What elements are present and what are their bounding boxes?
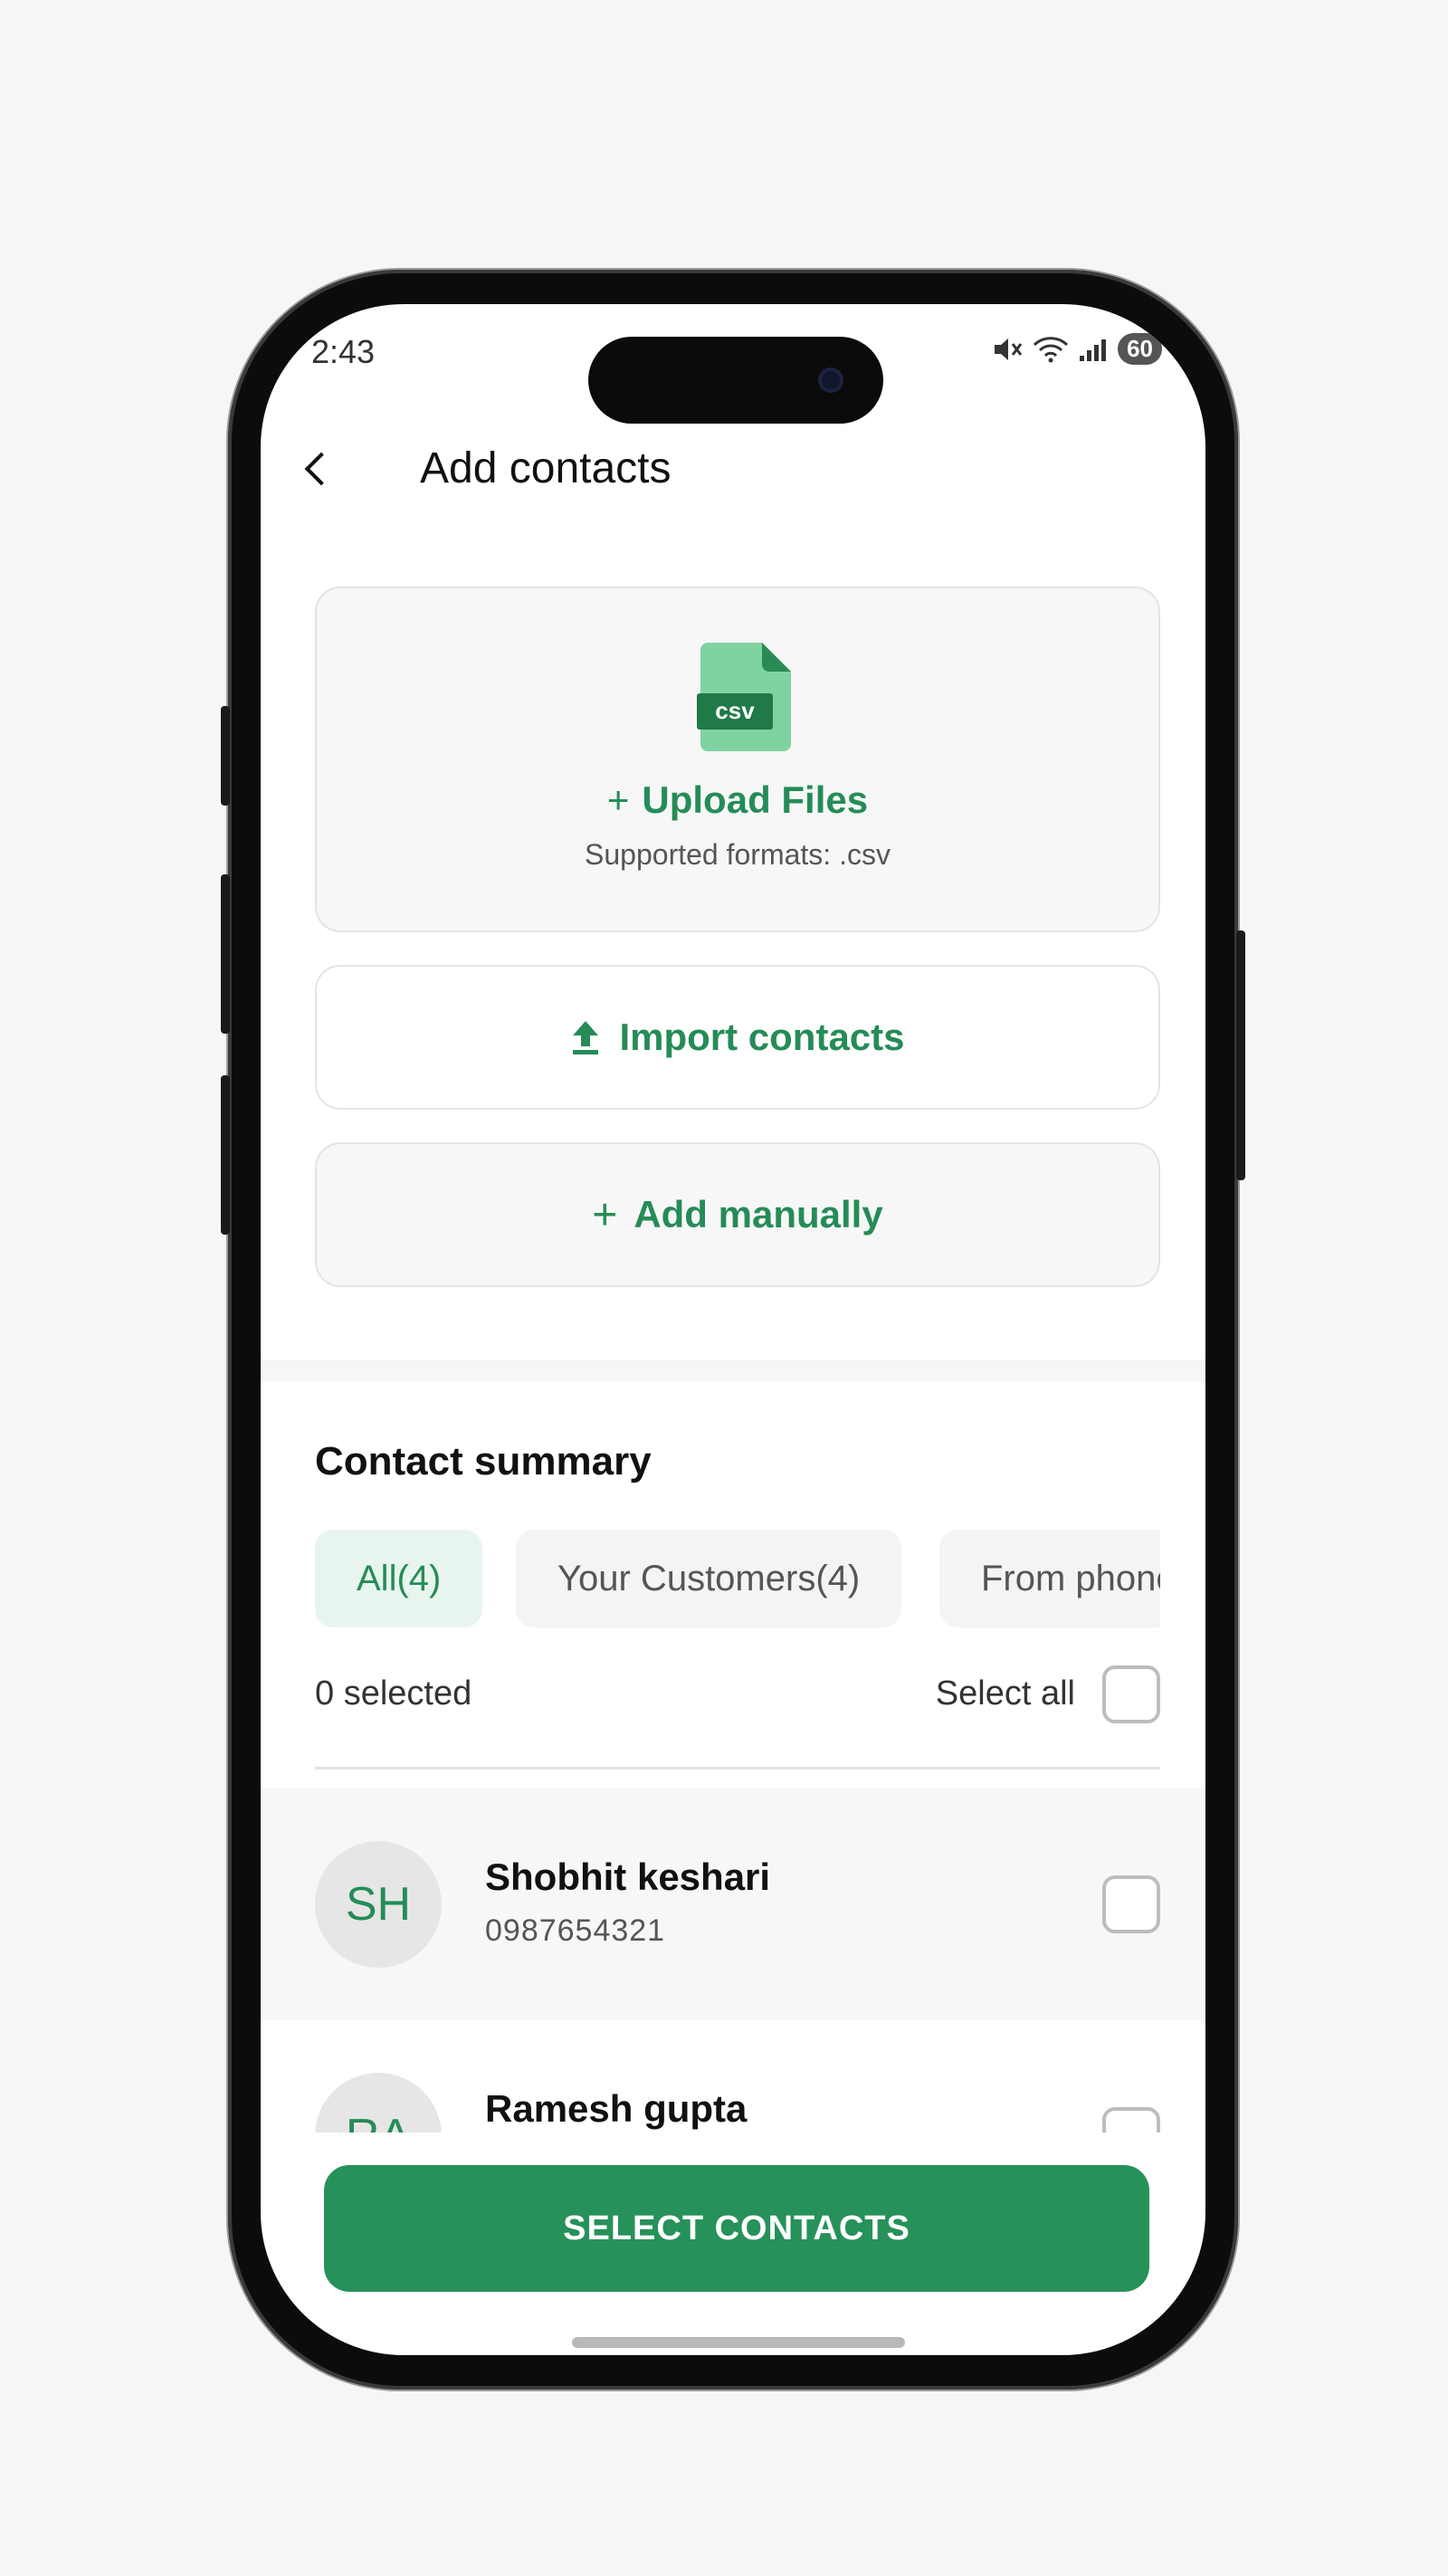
dynamic-island (588, 337, 883, 424)
contact-phone: 0987654321 (485, 1913, 666, 1948)
upload-files-label: Upload Files (642, 778, 869, 821)
volume-down-button (221, 1075, 230, 1235)
chevron-left-icon (304, 452, 338, 486)
avatar: RA (315, 2073, 442, 2132)
contact-summary-title: Contact summary (315, 1439, 652, 1484)
contact-list: SH Shobhit keshari 0987654321 RA Ramesh … (261, 1789, 1205, 2132)
contact-checkbox[interactable] (1102, 1875, 1160, 1933)
avatar: SH (315, 1841, 442, 1968)
power-button (1236, 930, 1245, 1180)
status-time: 2:43 (311, 333, 376, 370)
upload-files-link[interactable]: + Upload Files (317, 778, 1158, 822)
chip-from-phone[interactable]: From phone (939, 1530, 1160, 1627)
add-manually-button[interactable]: + Add manually (315, 1142, 1160, 1287)
mute-icon (995, 338, 1023, 360)
chip-all[interactable]: All(4) (315, 1530, 483, 1627)
volume-up-button (221, 874, 230, 1034)
plus-icon: + (592, 1190, 618, 1239)
contact-row[interactable]: SH Shobhit keshari 0987654321 (261, 1789, 1205, 2020)
home-indicator (572, 2337, 905, 2348)
select-contacts-button[interactable]: SELECT CONTACTS (324, 2165, 1149, 2292)
contact-name: Ramesh gupta (485, 2087, 748, 2130)
page-title: Add contacts (420, 444, 672, 492)
wifi-icon (1034, 336, 1069, 362)
contact-checkbox[interactable] (1102, 2107, 1160, 2132)
upload-icon (573, 1021, 599, 1054)
action-button (221, 706, 230, 806)
import-contacts-label: Import contacts (619, 1016, 905, 1058)
divider (315, 1767, 1160, 1770)
battery-icon: 60 (1118, 333, 1162, 365)
filter-chips: All(4) Your Customers(4) From phone (315, 1530, 1160, 1627)
csv-label: csv (715, 697, 755, 724)
csv-file-icon: csv (697, 643, 791, 751)
status-icons: 60 (993, 333, 1162, 365)
back-button[interactable] (286, 438, 348, 500)
upload-files-card[interactable]: csv + Upload Files Supported formats: .cs… (315, 587, 1160, 932)
section-divider (261, 1360, 1205, 1381)
add-manually-label: Add manually (634, 1193, 883, 1236)
plus-icon: + (606, 778, 630, 821)
select-all-checkbox[interactable] (1102, 1665, 1160, 1723)
selected-count: 0 selected (315, 1674, 472, 1713)
front-camera (818, 367, 843, 393)
app-screen: 2:43 60 Add contacts csv + Upload Files … (261, 304, 1205, 2355)
select-all-label[interactable]: Select all (936, 1674, 1075, 1713)
import-contacts-button[interactable]: Import contacts (315, 965, 1160, 1110)
signal-icon (1080, 339, 1107, 361)
chip-your-customers[interactable]: Your Customers(4) (516, 1530, 902, 1627)
contact-name: Shobhit keshari (485, 1856, 771, 1898)
contact-row[interactable]: RA Ramesh gupta (261, 2020, 1205, 2132)
supported-formats-text: Supported formats: .csv (585, 838, 891, 871)
